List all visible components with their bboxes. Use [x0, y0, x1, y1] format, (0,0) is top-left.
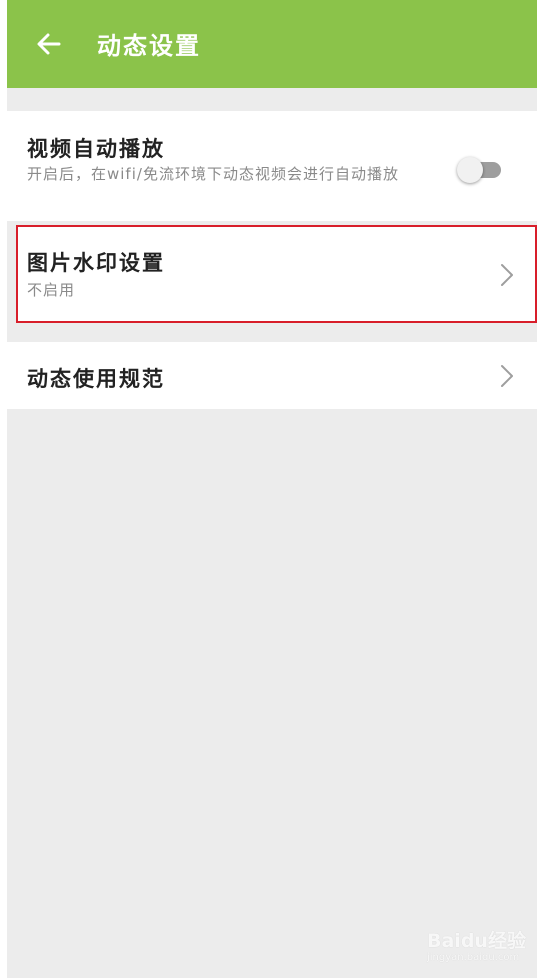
- image-watermark-value: 不启用: [27, 281, 76, 299]
- usage-rules-title: 动态使用规范: [27, 367, 165, 391]
- chevron-right-icon: [497, 262, 517, 288]
- video-autoplay-title: 视频自动播放: [27, 137, 165, 161]
- watermark-url: jingyan.baidu.com: [427, 952, 520, 963]
- watermark-brand: Baidu经验: [427, 930, 526, 952]
- back-button[interactable]: [33, 28, 65, 60]
- arrow-left-icon: [37, 33, 61, 55]
- image-watermark-title: 图片水印设置: [27, 251, 165, 275]
- app-bar: 动态设置: [7, 0, 537, 88]
- page-title: 动态设置: [97, 32, 201, 60]
- setting-usage-rules[interactable]: 动态使用规范: [7, 342, 537, 409]
- settings-screen: 动态设置 视频自动播放 开启后，在wifi/免流环境下动态视频会进行自动播放 图…: [7, 0, 537, 978]
- video-autoplay-toggle[interactable]: [457, 156, 503, 184]
- chevron-right-icon: [497, 363, 517, 389]
- setting-image-watermark[interactable]: 图片水印设置 不启用: [16, 225, 537, 323]
- video-autoplay-description: 开启后，在wifi/免流环境下动态视频会进行自动播放: [27, 165, 399, 183]
- toggle-knob: [457, 157, 483, 183]
